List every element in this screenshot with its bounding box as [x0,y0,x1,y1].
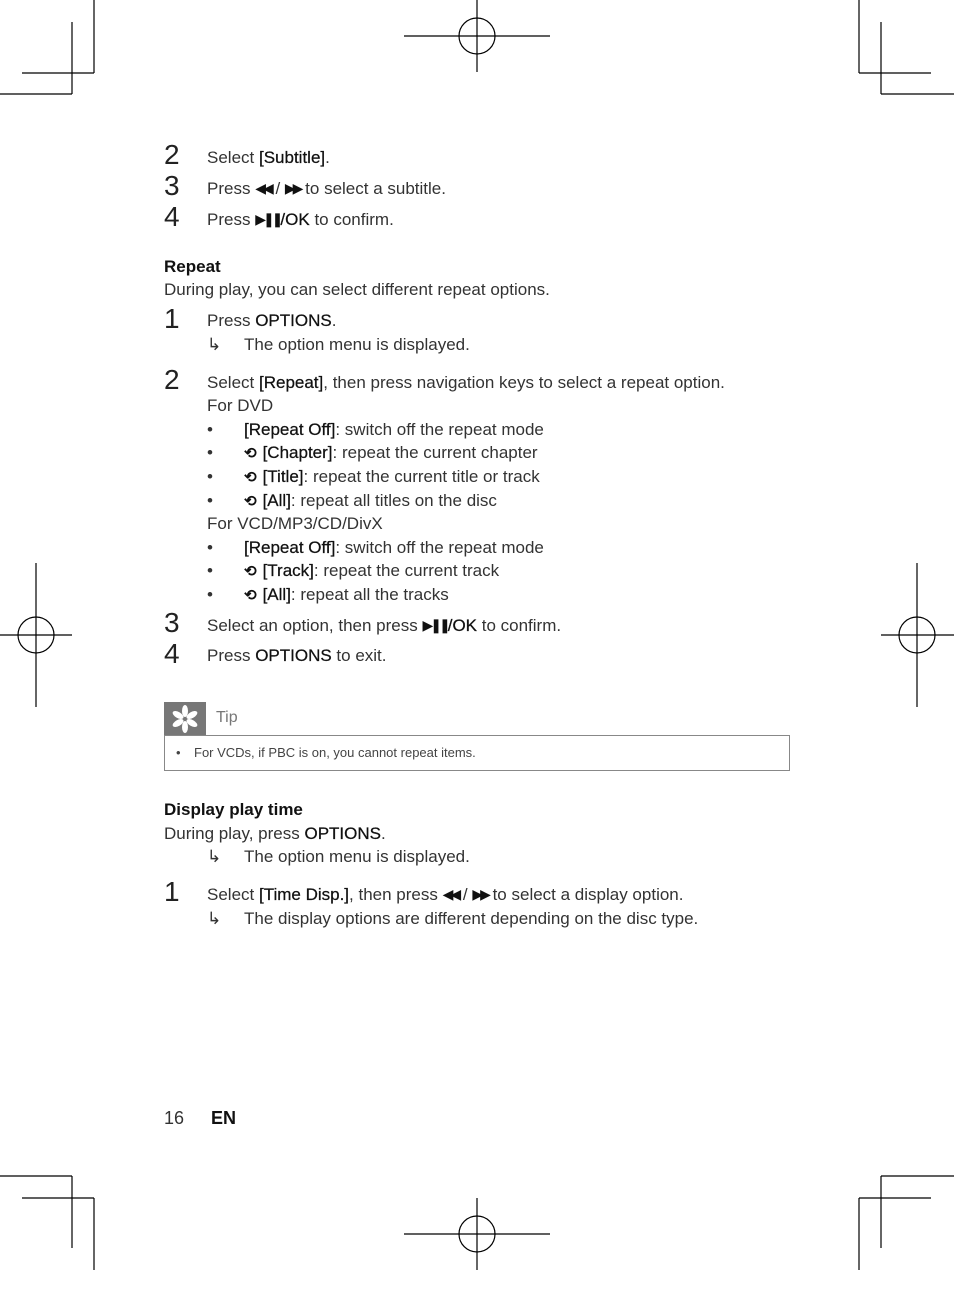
step-text: Press OPTIONS to exit. [207,646,387,665]
section-heading-repeat: Repeat [164,257,221,276]
list-item: • [Repeat Off]: switch off the repeat mod… [207,538,544,557]
step-text: Press OPTIONS. [207,311,337,330]
tip-label: Tip [216,709,238,726]
fast-forward-icon: ▶▶ [472,886,490,902]
step-number: 2 [164,139,180,170]
list-item: • ⟲ [All]: repeat all the tracks [207,585,449,604]
step-result: ↳ The option menu is displayed. [207,335,470,354]
language-code: EN [211,1108,237,1128]
step-text: Press ◀◀ / ▶▶ to select a subtitle. [207,179,446,198]
step-number: 3 [164,607,180,638]
bullet-icon: • [207,467,213,486]
list-item: • ⟲ [All]: repeat all titles on the disc [207,491,497,510]
tip-text: • For VCDs, if PBC is on, you cannot repe… [176,745,476,760]
tip-icon-box [164,702,206,736]
step-number: 1 [164,303,180,334]
repeat-icon: ⟲ [244,445,257,462]
list-item: • ⟲ [Track]: repeat the current track [207,561,500,580]
repeat-icon: ⟲ [244,563,257,580]
step-result: ↳ The option menu is displayed. [207,847,470,866]
crop-marks [0,0,954,1270]
vcd-label: For VCD/MP3/CD/DivX [207,514,383,533]
dvd-label: For DVD [207,396,274,415]
step-text: Select [Subtitle]. [207,148,330,167]
list-item: • [Repeat Off]: switch off the repeat mod… [207,420,544,439]
step-text: Select [Time Disp.], then press ◀◀ / ▶▶ … [207,885,684,904]
step-text: Select an option, then press ▶❚❚/OK to c… [207,616,562,635]
section-intro: During play, press OPTIONS. [164,824,386,843]
result-arrow-icon: ↳ [207,847,222,866]
play-pause-icon: ▶❚❚ [255,211,283,227]
step-number: 4 [164,201,180,232]
bullet-icon: • [176,745,181,760]
result-arrow-icon: ↳ [207,335,222,354]
step-text: Press ▶❚❚/OK to confirm. [207,210,394,229]
rewind-icon: ◀◀ [442,886,461,902]
section-intro: During play, you can select different re… [164,280,550,299]
step-number: 2 [164,364,180,395]
repeat-icon: ⟲ [244,493,257,510]
step-number: 4 [164,638,180,669]
bullet-icon: • [207,420,213,439]
bullet-icon: • [207,443,213,462]
asterisk-icon [172,705,198,733]
bullet-icon: • [207,561,213,580]
step-number: 1 [164,876,180,907]
step-text: Select [Repeat], then press navigation k… [207,373,725,392]
step-number: 3 [164,170,180,201]
play-pause-icon: ▶❚❚ [422,617,450,633]
list-item: • ⟲ [Title]: repeat the current title or t… [207,467,540,486]
step-result: ↳ The display options are different depen… [207,909,699,928]
rewind-icon: ◀◀ [255,180,273,196]
section-heading-display-play-time: Display play time [164,800,303,819]
fast-forward-icon: ▶▶ [284,180,303,196]
page-number: 16 [164,1108,185,1128]
bullet-icon: • [207,491,213,510]
bullet-icon: • [207,538,213,557]
repeat-icon: ⟲ [244,469,257,486]
bullet-icon: • [207,585,213,604]
repeat-icon: ⟲ [244,587,257,604]
result-arrow-icon: ↳ [207,909,222,928]
list-item: • ⟲ [Chapter]: repeat the current chapter [207,443,538,462]
